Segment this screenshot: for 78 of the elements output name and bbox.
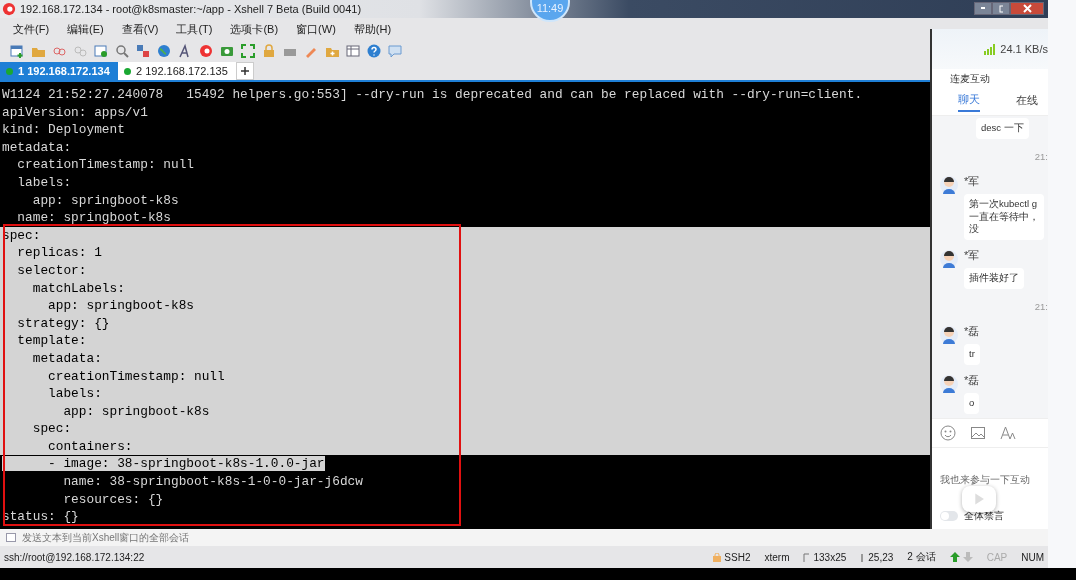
app-logo-icon (2, 2, 16, 16)
menu-item[interactable]: 查看(V) (121, 21, 159, 37)
font-size-icon[interactable] (1000, 425, 1016, 441)
avatar-icon (940, 324, 958, 347)
lock-icon (713, 552, 722, 562)
avatar-icon (940, 173, 958, 196)
menu-item[interactable]: 工具(T) (176, 21, 213, 37)
size-icon (803, 552, 811, 562)
send-label: 发送文本到当前Xshell窗口的全部会话 (22, 530, 190, 545)
speech-bubble-icon[interactable] (387, 43, 403, 59)
cursor-position: 25,23 (868, 551, 894, 563)
panel-icon[interactable] (345, 43, 361, 59)
terminal-line: labels: (16, 173, 73, 192)
download-arrow-icon (962, 552, 973, 562)
upload-arrow-icon (949, 552, 960, 562)
window-title: 192.168.172.134 - root@k8smaster:~/app - Xshell 7 Beta (Build 0041) (20, 3, 362, 15)
session-tab[interactable]: 1 192.168.172.134 (0, 62, 118, 80)
session-count: 2 会话 (907, 550, 936, 564)
add-tab-icon[interactable] (236, 62, 254, 80)
caps-indicator: CAP (986, 551, 1008, 563)
user-name: *军 (964, 248, 980, 264)
mode-label: 连麦互动 (950, 73, 990, 84)
terminal-line: name: 38-springboot-k8s-1-0-0-jar-j6dcw (62, 473, 364, 491)
menu-item[interactable]: 选项卡(B) (230, 21, 279, 37)
help-icon[interactable] (366, 43, 382, 59)
globe-icon[interactable] (156, 43, 172, 59)
maximize-button[interactable] (992, 2, 1010, 15)
image-icon[interactable] (970, 425, 986, 441)
message-bubble: tr (964, 344, 980, 365)
layout-icon[interactable] (135, 43, 151, 59)
protocol-text: SSH2 (724, 551, 751, 563)
mute-label: 全体禁言 (964, 509, 1004, 523)
message-bubble: desc 一下 (976, 118, 1029, 139)
menu-item[interactable]: 窗口(W) (296, 21, 336, 37)
terminal-line: name: springboot-k8s (16, 209, 172, 227)
user-name: *磊 (964, 372, 980, 388)
terminal-line: resources: {} (62, 490, 165, 509)
fullscreen-icon[interactable] (240, 43, 256, 59)
chat-tab[interactable]: 聊天 (958, 92, 980, 112)
terminal-line: app: springboot-k8s (31, 191, 180, 210)
close-icon (1022, 4, 1032, 13)
session-tab[interactable]: 2 192.168.172.135 (118, 62, 236, 80)
message-bubble: 第一次kubectl g 一直在等待中， 没 (964, 193, 1044, 241)
new-session-icon[interactable] (9, 43, 25, 59)
minimize-button[interactable] (974, 2, 992, 15)
menu-item[interactable]: 帮助(H) (353, 21, 392, 37)
search-icon[interactable] (114, 43, 130, 59)
menu-item[interactable]: 文件(F) (13, 21, 50, 37)
terminal-line: kind: Deployment (1, 121, 126, 139)
terminal-size: 133x25 (813, 551, 847, 563)
timestamp: 21: (1034, 150, 1048, 162)
terminal-line: apiVersion: apps/v1 (1, 103, 149, 122)
maximize-icon (999, 4, 1003, 13)
user-name: *磊 (964, 324, 980, 340)
emoji-icon[interactable] (940, 425, 956, 441)
chat-tab[interactable]: 在线 (1016, 92, 1038, 112)
minimize-icon (981, 7, 985, 10)
lock-icon[interactable] (261, 43, 277, 59)
terminal-type: xterm (764, 551, 790, 563)
mute-toggle[interactable] (940, 511, 958, 521)
signal-icon (984, 43, 997, 55)
user-name: *军 (964, 173, 980, 189)
terminal[interactable] (0, 82, 930, 529)
menu-item[interactable]: 编辑(E) (67, 21, 104, 37)
num-indicator: NUM (1021, 551, 1044, 563)
terminal-line: creationTimestamp: null (16, 156, 195, 174)
cursor-icon (860, 552, 866, 562)
connection-address: ssh://root@192.168.172.134:22 (4, 551, 145, 563)
avatar-icon (940, 372, 958, 395)
timestamp: 21: (1034, 301, 1048, 313)
terminal-line: metadata: (1, 138, 73, 157)
avatar-icon (940, 248, 958, 271)
speed-text: 24.1 KB/s (1000, 43, 1048, 55)
message-bubble: o (964, 392, 980, 414)
close-button[interactable] (1010, 2, 1044, 15)
send-checkbox[interactable] (6, 533, 16, 542)
message-bubble: 插件装好了 (964, 268, 1024, 290)
terminal-line: W1124 21:52:27.240078 15492 helpers.go:553] --dry-run is deprecated and can be replaced with --dry-run=client. (1, 86, 864, 104)
